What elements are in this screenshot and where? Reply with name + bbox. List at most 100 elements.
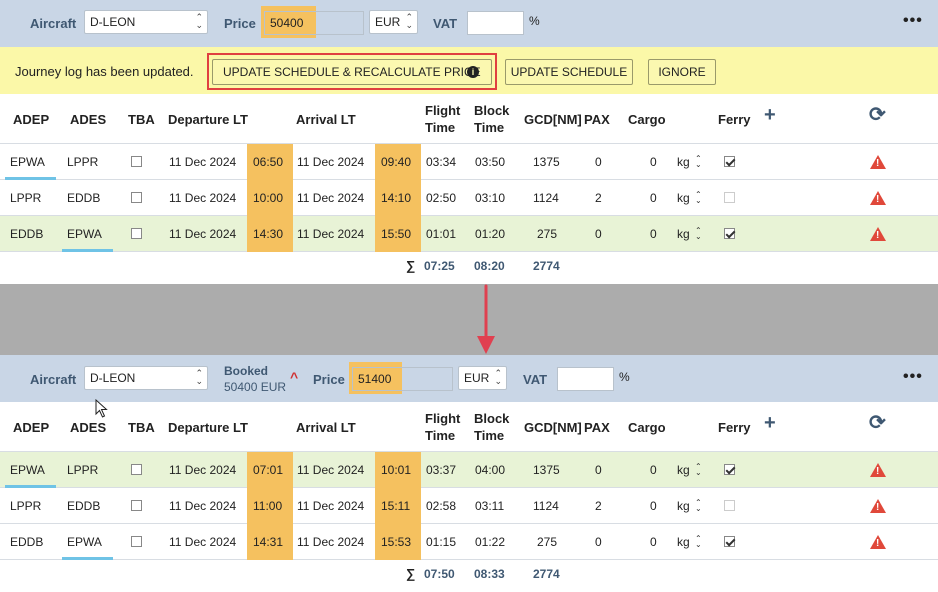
row-ades[interactable]: LPPR	[67, 463, 98, 477]
unit-chevron-icon[interactable]: ⌃ ⌄	[695, 535, 702, 549]
row-dep-date: 11 Dec 2024	[169, 227, 237, 241]
row-cargo[interactable]: 0	[650, 499, 657, 513]
row-unit[interactable]: kg	[677, 227, 690, 241]
more-icon[interactable]: •••	[903, 12, 923, 30]
down-arrow-icon	[477, 284, 495, 354]
row-dep-time[interactable]: 07:01	[253, 463, 283, 477]
row-cargo[interactable]: 0	[650, 227, 657, 241]
header-ferry: Ferry	[718, 112, 751, 127]
refresh-icon[interactable]: ⟳	[869, 105, 886, 125]
row-unit[interactable]: kg	[677, 155, 690, 169]
row-cargo[interactable]: 0	[650, 463, 657, 477]
sum-gcd: 2774	[533, 567, 560, 581]
row-pax[interactable]: 2	[595, 499, 602, 513]
tba-checkbox[interactable]	[131, 464, 142, 475]
currency-select[interactable]: EUR ⌃ ⌄	[369, 10, 418, 34]
row-arr-time[interactable]: 15:53	[381, 535, 411, 549]
select-chevron-icon: ⌃ ⌄	[405, 12, 413, 30]
row-gcd: 275	[537, 227, 558, 241]
row-arr-time[interactable]: 09:40	[381, 155, 411, 169]
ferry-checkbox[interactable]	[724, 192, 735, 203]
vat-unit: %	[619, 370, 630, 384]
table-row[interactable]: EPWA LPPR 11 Dec 2024 06:50 11 Dec 2024 …	[0, 144, 938, 180]
table-row[interactable]: EDDB EPWA 11 Dec 2024 14:30 11 Dec 2024 …	[0, 216, 938, 252]
unit-chevron-icon[interactable]: ⌃ ⌄	[695, 227, 702, 241]
more-icon[interactable]: •••	[903, 368, 923, 386]
ferry-checkbox[interactable]	[724, 464, 735, 475]
ferry-checkbox[interactable]	[724, 156, 735, 167]
unit-chevron-icon[interactable]: ⌃ ⌄	[695, 155, 702, 169]
ades-underline	[62, 557, 113, 560]
row-ades[interactable]: LPPR	[67, 155, 98, 169]
tba-checkbox[interactable]	[131, 500, 142, 511]
row-pax[interactable]: 0	[595, 227, 602, 241]
row-dep-time[interactable]: 11:00	[253, 499, 282, 513]
row-pax[interactable]: 0	[595, 535, 602, 549]
row-arr-date: 11 Dec 2024	[297, 499, 365, 513]
tba-checkbox[interactable]	[131, 536, 142, 547]
row-cargo[interactable]: 0	[650, 191, 657, 205]
plus-icon[interactable]: +	[764, 413, 776, 433]
row-cargo[interactable]: 0	[650, 535, 657, 549]
update-schedule-button[interactable]: UPDATE SCHEDULE	[505, 59, 633, 85]
row-dep-time[interactable]: 06:50	[253, 155, 283, 169]
row-unit[interactable]: kg	[677, 191, 690, 205]
price-input[interactable]: 51400	[352, 367, 453, 391]
row-adep[interactable]: EPWA	[10, 463, 45, 477]
ferry-checkbox[interactable]	[724, 500, 735, 511]
table-row[interactable]: LPPR EDDB 11 Dec 2024 10:00 11 Dec 2024 …	[0, 180, 938, 216]
price-input[interactable]: 50400	[264, 11, 364, 35]
tba-checkbox[interactable]	[131, 156, 142, 167]
row-arr-time[interactable]: 15:50	[381, 227, 411, 241]
row-ades[interactable]: EDDB	[67, 191, 100, 205]
header-flight-time: Time	[425, 120, 456, 135]
unit-chevron-icon[interactable]: ⌃ ⌄	[695, 191, 702, 205]
row-unit[interactable]: kg	[677, 463, 690, 477]
sum-symbol: ∑	[406, 566, 416, 581]
ferry-checkbox[interactable]	[724, 536, 735, 547]
ignore-button[interactable]: IGNORE	[648, 59, 716, 85]
table-row[interactable]: EDDB EPWA 11 Dec 2024 14:31 11 Dec 2024 …	[0, 524, 938, 560]
row-arr-time[interactable]: 10:01	[381, 463, 411, 477]
row-adep[interactable]: EDDB	[10, 535, 43, 549]
row-ades[interactable]: EDDB	[67, 499, 100, 513]
tba-checkbox[interactable]	[131, 192, 142, 203]
aircraft-select[interactable]: D-LEON ⌃ ⌄	[84, 10, 208, 34]
refresh-icon[interactable]: ⟳	[869, 413, 886, 433]
ignore-label: IGNORE	[658, 65, 706, 79]
aircraft-label: Aircraft	[30, 372, 77, 387]
row-cargo[interactable]: 0	[650, 155, 657, 169]
row-dep-time[interactable]: 14:30	[253, 227, 283, 241]
chevron-up-icon[interactable]: ^	[290, 369, 298, 385]
table-row[interactable]: LPPR EDDB 11 Dec 2024 11:00 11 Dec 2024 …	[0, 488, 938, 524]
row-dep-time[interactable]: 10:00	[253, 191, 283, 205]
tba-checkbox[interactable]	[131, 228, 142, 239]
vat-input[interactable]	[557, 367, 614, 391]
row-unit[interactable]: kg	[677, 535, 690, 549]
row-adep[interactable]: LPPR	[10, 499, 41, 513]
update-recalculate-label: UPDATE SCHEDULE & RECALCULATE PRICE	[223, 65, 481, 79]
row-dep-time[interactable]: 14:31	[253, 535, 283, 549]
row-pax[interactable]: 0	[595, 155, 602, 169]
update-notice: Journey log has been updated. UPDATE SCH…	[0, 47, 938, 94]
row-ades[interactable]: EPWA	[67, 227, 102, 241]
row-adep[interactable]: EDDB	[10, 227, 43, 241]
row-unit[interactable]: kg	[677, 499, 690, 513]
aircraft-select[interactable]: D-LEON ⌃ ⌄	[84, 366, 208, 390]
plus-icon[interactable]: +	[764, 105, 776, 125]
ferry-checkbox[interactable]	[724, 228, 735, 239]
update-recalculate-button[interactable]: UPDATE SCHEDULE & RECALCULATE PRICE i	[212, 59, 492, 85]
vat-input[interactable]	[467, 11, 524, 35]
row-ades[interactable]: EPWA	[67, 535, 102, 549]
unit-chevron-icon[interactable]: ⌃ ⌄	[695, 499, 702, 513]
unit-chevron-icon[interactable]: ⌃ ⌄	[695, 463, 702, 477]
row-pax[interactable]: 2	[595, 191, 602, 205]
mouse-cursor-icon	[95, 399, 108, 418]
row-adep[interactable]: EPWA	[10, 155, 45, 169]
row-adep[interactable]: LPPR	[10, 191, 41, 205]
currency-select[interactable]: EUR ⌃ ⌄	[458, 366, 507, 390]
table-row[interactable]: EPWA LPPR 11 Dec 2024 07:01 11 Dec 2024 …	[0, 452, 938, 488]
row-pax[interactable]: 0	[595, 463, 602, 477]
row-arr-time[interactable]: 14:10	[381, 191, 411, 205]
row-arr-time[interactable]: 15:11	[381, 499, 410, 513]
